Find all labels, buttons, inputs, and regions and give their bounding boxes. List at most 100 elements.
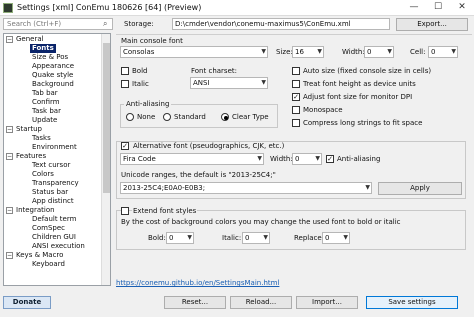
collapse-icon[interactable]: − [6, 126, 13, 133]
import-button[interactable]: Import... [296, 296, 358, 309]
extend-italic-dropdown[interactable]: 0 ▼ [242, 232, 270, 244]
tree-scrollbar[interactable] [101, 34, 110, 285]
settings-tree[interactable]: − General Fonts Size & Pos Appearance Qu… [3, 33, 111, 286]
collapse-icon[interactable]: − [6, 153, 13, 160]
extend-bold-label: Bold: [148, 234, 166, 242]
tree-item-ansi-execution[interactable]: ANSI execution [32, 242, 85, 251]
extend-replace-dropdown[interactable]: 0 ▼ [322, 232, 350, 244]
apply-button[interactable]: Apply [378, 182, 462, 195]
settings-help-link[interactable]: https://conemu.github.io/en/SettingsMain… [116, 279, 279, 287]
bold-label: Bold [132, 67, 148, 75]
antialias-group-label: Anti-aliasing [124, 100, 172, 108]
adjust-dpi-checkbox[interactable]: ✓ [292, 93, 300, 101]
alt-antialias-checkbox[interactable]: ✓ [326, 155, 334, 163]
chevron-down-icon: ▼ [387, 48, 392, 55]
extend-styles-checkbox[interactable] [121, 207, 129, 215]
extend-italic-label: Italic: [222, 234, 242, 242]
extend-italic-value: 0 [245, 234, 250, 242]
font-width-dropdown[interactable]: 0 ▼ [364, 46, 394, 58]
unicode-ranges-dropdown[interactable]: 2013-25C4;E0A0-E0B3; ▼ [120, 182, 372, 194]
maximize-button[interactable]: ☐ [426, 0, 450, 16]
tree-item-size-pos[interactable]: Size & Pos [32, 53, 68, 62]
alt-font-checkbox[interactable]: ✓ [121, 142, 129, 150]
close-button[interactable]: ✕ [450, 0, 474, 16]
tree-item-integration[interactable]: Integration [16, 206, 55, 215]
tree-item-general[interactable]: General [16, 35, 44, 44]
storage-path-field[interactable]: D:\cmder\vendor\conemu-maximus5\ConEmu.x… [172, 18, 390, 30]
bold-checkbox[interactable] [121, 67, 129, 75]
tree-item-startup[interactable]: Startup [16, 125, 42, 134]
width-label: Width: [342, 48, 365, 56]
antialias-cleartype-label: Clear Type [232, 113, 269, 121]
compress-strings-label: Compress long strings to fit space [303, 119, 423, 127]
charset-value: ANSI [193, 79, 210, 87]
tree-item-colors[interactable]: Colors [32, 170, 54, 179]
alt-width-value: 0 [295, 155, 300, 163]
charset-dropdown[interactable]: ANSI ▼ [190, 77, 268, 89]
alt-width-dropdown[interactable]: 0 ▼ [292, 153, 322, 165]
tree-item-status-bar[interactable]: Status bar [32, 188, 68, 197]
search-icon[interactable]: ⌕ [103, 19, 107, 29]
extend-replace-value: 0 [325, 234, 330, 242]
tree-item-features[interactable]: Features [16, 152, 46, 161]
tree-item-keys-macro[interactable]: Keys & Macro [16, 251, 63, 260]
chevron-down-icon: ▼ [261, 79, 266, 86]
tree-item-tasks[interactable]: Tasks [32, 134, 51, 143]
tree-item-fonts[interactable]: Fonts [30, 44, 56, 53]
tree-item-task-bar[interactable]: Task bar [32, 107, 61, 116]
donate-label: Donate [12, 298, 42, 306]
antialias-standard-radio[interactable] [163, 113, 171, 121]
antialias-cleartype-radio[interactable] [221, 113, 229, 121]
collapse-icon[interactable]: − [6, 252, 13, 259]
minimize-button[interactable]: — [402, 0, 426, 16]
tree-item-confirm[interactable]: Confirm [32, 98, 60, 107]
search-input[interactable]: Search (Ctrl+F) [3, 18, 113, 30]
antialias-none-radio[interactable] [126, 113, 134, 121]
monospace-checkbox[interactable] [292, 106, 300, 114]
tree-item-update[interactable]: Update [32, 116, 57, 125]
main-font-dropdown[interactable]: Consolas ▼ [120, 46, 268, 58]
auto-size-checkbox[interactable] [292, 67, 300, 75]
alt-font-value: Fira Code [123, 155, 156, 163]
font-cell-dropdown[interactable]: 0 ▼ [428, 46, 458, 58]
alt-antialias-label: Anti-aliasing [337, 155, 381, 163]
antialias-standard-label: Standard [174, 113, 206, 121]
italic-label: Italic [132, 80, 149, 88]
save-settings-button[interactable]: Save settings [366, 296, 458, 309]
tree-item-app-distinct[interactable]: App distinct [32, 197, 74, 206]
size-label: Size: [276, 48, 293, 56]
chevron-down-icon: ▼ [257, 155, 262, 162]
donate-button[interactable]: Donate [3, 296, 51, 309]
tree-item-keyboard[interactable]: Keyboard [32, 260, 65, 269]
tree-item-default-term[interactable]: Default term [32, 215, 76, 224]
reload-button[interactable]: Reload... [230, 296, 292, 309]
chevron-down-icon: ▼ [263, 234, 268, 241]
tree-item-background[interactable]: Background [32, 80, 74, 89]
italic-checkbox[interactable] [121, 80, 129, 88]
tree-item-tab-bar[interactable]: Tab bar [32, 89, 58, 98]
tree-scroll-thumb[interactable] [103, 43, 110, 193]
tree-item-transparency[interactable]: Transparency [32, 179, 79, 188]
extend-bold-value: 0 [169, 234, 174, 242]
compress-strings-checkbox[interactable] [292, 119, 300, 127]
tree-item-children-gui[interactable]: Children GUI [32, 233, 76, 242]
collapse-icon[interactable]: − [6, 36, 13, 43]
tree-item-quake-style[interactable]: Quake style [32, 71, 73, 80]
font-size-dropdown[interactable]: 16 ▼ [292, 46, 324, 58]
tree-item-comspec[interactable]: ComSpec [32, 224, 65, 233]
main-font-value: Consolas [123, 48, 155, 56]
tree-item-environment[interactable]: Environment [32, 143, 77, 152]
extend-group [116, 210, 466, 250]
reset-button[interactable]: Reset... [164, 296, 226, 309]
tree-item-text-cursor[interactable]: Text cursor [32, 161, 70, 170]
tree-item-appearance[interactable]: Appearance [32, 62, 74, 71]
extend-bold-dropdown[interactable]: 0 ▼ [166, 232, 194, 244]
alt-font-dropdown[interactable]: Fira Code ▼ [120, 153, 264, 165]
treat-font-height-checkbox[interactable] [292, 80, 300, 88]
collapse-icon[interactable]: − [6, 207, 13, 214]
chevron-down-icon: ▼ [343, 234, 348, 241]
cell-label: Cell: [410, 48, 426, 56]
font-cell-value: 0 [431, 48, 436, 56]
chevron-down-icon: ▼ [261, 48, 266, 55]
export-button[interactable]: Export... [396, 18, 468, 31]
